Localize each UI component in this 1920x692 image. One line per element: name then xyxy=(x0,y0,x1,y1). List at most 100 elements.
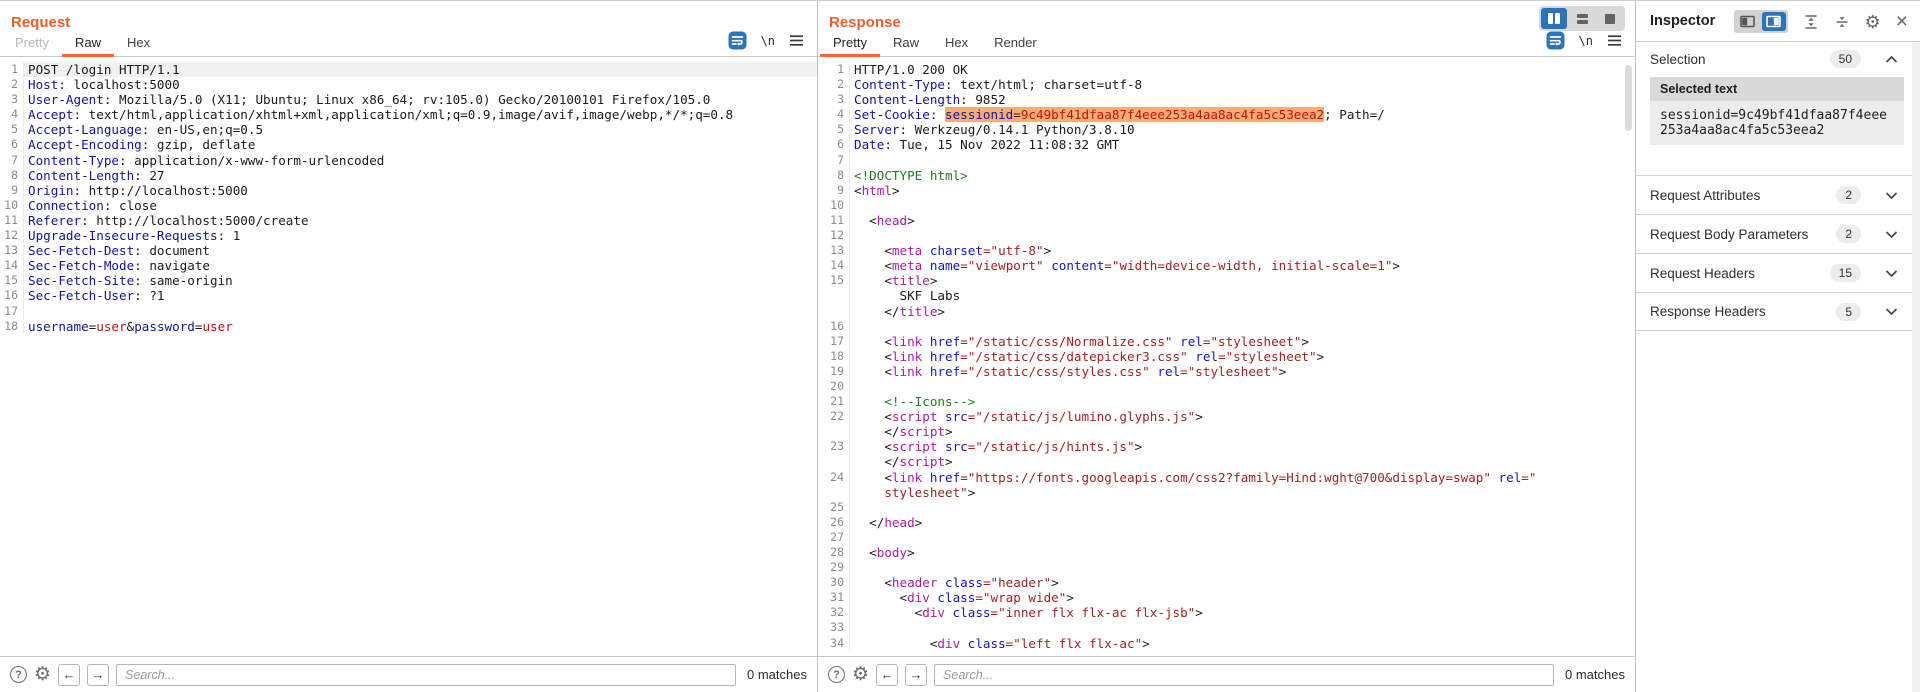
code-line[interactable]: 6 Date: Tue, 15 Nov 2022 11:08:32 GMT xyxy=(818,137,1635,153)
editor-menu-icon[interactable] xyxy=(1607,34,1622,47)
code-line[interactable]: 7 Content-Type: application/x-www-form-ur… xyxy=(0,152,817,168)
next-match-button[interactable]: → xyxy=(905,663,928,686)
response-scrollbar[interactable] xyxy=(1625,65,1632,131)
code-line[interactable]: 5 Server: Werkzeug/0.14.1 Python/3.8.10 xyxy=(818,122,1635,138)
code-line[interactable]: 12 xyxy=(818,228,1635,244)
code-line[interactable]: 10 Connection: close xyxy=(0,197,817,213)
code-line[interactable]: 17 xyxy=(0,303,817,319)
dock-right-button[interactable] xyxy=(1761,12,1786,31)
code-line[interactable]: 11 <head> xyxy=(818,212,1635,229)
code-line[interactable]: 9 <html> xyxy=(818,182,1635,198)
code-line[interactable]: 33 xyxy=(818,620,1635,636)
collapse-all-icon[interactable] xyxy=(1834,14,1850,30)
response-tab-raw[interactable]: Raw xyxy=(880,32,932,57)
code-line[interactable]: 17 <link href="/static/css/Normalize.css… xyxy=(818,333,1635,349)
inspector-section-request-attributes[interactable]: Request Attributes 2 xyxy=(1636,175,1912,214)
code-line[interactable]: 8 Content-Length: 27 xyxy=(0,167,817,183)
inspector-close-icon[interactable]: × xyxy=(1896,11,1908,32)
layout-single-button[interactable] xyxy=(1597,8,1623,29)
request-search-input[interactable] xyxy=(116,663,737,686)
code-line[interactable]: </script> xyxy=(818,454,1635,470)
code-line[interactable]: 11 Referer: http://localhost:5000/create xyxy=(0,212,817,229)
code-line[interactable]: 2 Content-Type: text/html; charset=utf-8 xyxy=(818,77,1635,93)
next-match-button[interactable]: → xyxy=(87,663,110,686)
help-icon[interactable]: ? xyxy=(10,666,27,683)
code-line[interactable]: 16 xyxy=(818,318,1635,334)
layout-columns-button[interactable] xyxy=(1541,8,1567,29)
code-line[interactable]: 2 Host: localhost:5000 xyxy=(0,77,817,93)
soft-wrap-icon[interactable] xyxy=(1546,31,1565,50)
editor-menu-icon[interactable] xyxy=(789,34,804,47)
code-line[interactable]: 27 xyxy=(818,529,1635,545)
code-line[interactable]: 16 Sec-Fetch-User: ?1 xyxy=(0,288,817,304)
code-line[interactable]: 15 Sec-Fetch-Site: same-origin xyxy=(0,273,817,289)
code-line[interactable]: 9 Origin: http://localhost:5000 xyxy=(0,182,817,198)
code-line[interactable]: 12 Upgrade-Insecure-Requests: 1 xyxy=(0,228,817,244)
previous-match-button[interactable]: ← xyxy=(876,663,899,686)
code-line[interactable]: </title> xyxy=(818,303,1635,319)
request-editor[interactable]: 1 POST /login HTTP/1.1 2 Host: localhost:50… xyxy=(0,58,817,656)
newline-visibility-icon[interactable]: \n xyxy=(1579,34,1593,48)
code-line[interactable]: 14 <meta name="viewport" content="width=… xyxy=(818,258,1635,274)
request-tab-raw[interactable]: Raw xyxy=(61,32,114,57)
code-line[interactable]: 8 <!DOCTYPE html> xyxy=(818,167,1635,183)
response-search-input[interactable] xyxy=(934,663,1555,686)
response-editor[interactable]: 1 HTTP/1.0 200 OK 2 Content-Type: text/html… xyxy=(818,58,1635,656)
chevron-down-icon xyxy=(1885,307,1898,316)
code-line[interactable]: 4 Set-Cookie: sessionid=9c49bf41dfaa87f4e… xyxy=(818,107,1635,123)
code-line[interactable]: 26 </head> xyxy=(818,514,1635,530)
code-line[interactable]: </script> xyxy=(818,424,1635,440)
code-line[interactable]: 3 Content-Length: 9852 xyxy=(818,92,1635,108)
expand-all-icon[interactable] xyxy=(1803,14,1819,30)
code-line[interactable]: 24 <link href="https://fonts.googleapis.… xyxy=(818,469,1635,485)
code-line[interactable]: stylesheet"> xyxy=(818,484,1635,500)
code-line[interactable]: 18 username=user&password=user xyxy=(0,318,817,334)
code-line[interactable]: 1 POST /login HTTP/1.1 xyxy=(0,62,817,78)
code-line[interactable]: 31 <div class="wrap wide"> xyxy=(818,590,1635,606)
previous-match-button[interactable]: ← xyxy=(58,663,81,686)
code-line[interactable]: 21 <!--Icons--> xyxy=(818,394,1635,410)
code-line[interactable]: 13 Sec-Fetch-Dest: document xyxy=(0,243,817,259)
code-line[interactable]: 22 <script src="/static/js/lumino.glyphs… xyxy=(818,409,1635,425)
code-line[interactable]: SKF Labs xyxy=(818,288,1635,304)
newline-visibility-icon[interactable]: \n xyxy=(761,34,775,48)
code-line[interactable]: 14 Sec-Fetch-Mode: navigate xyxy=(0,258,817,274)
code-line[interactable]: 13 <meta charset="utf-8"> xyxy=(818,243,1635,259)
code-line[interactable]: 32 <div class="inner flx flx-ac flx-jsb"… xyxy=(818,605,1635,621)
code-line[interactable]: 19 <link href="/static/css/styles.css" r… xyxy=(818,363,1635,379)
inspector-section-request-headers[interactable]: Request Headers 15 xyxy=(1636,253,1912,292)
code-line[interactable]: 34 <div class="left flx flx-ac"> xyxy=(818,635,1635,651)
response-tab-pretty[interactable]: Pretty xyxy=(820,32,880,57)
code-line[interactable]: 7 xyxy=(818,152,1635,168)
soft-wrap-icon[interactable] xyxy=(728,31,747,50)
code-line[interactable]: 5 Accept-Language: en-US,en;q=0.5 xyxy=(0,122,817,138)
code-line[interactable]: 20 xyxy=(818,378,1635,395)
code-line[interactable]: 15 <title> xyxy=(818,273,1635,289)
code-line[interactable]: 25 xyxy=(818,499,1635,515)
code-line[interactable]: 4 Accept: text/html,application/xhtml+xml… xyxy=(0,107,817,123)
response-tab-hex[interactable]: Hex xyxy=(932,32,981,57)
inspector-section-response-headers[interactable]: Response Headers 5 xyxy=(1636,292,1912,331)
code-line[interactable]: 18 <link href="/static/css/datepicker3.c… xyxy=(818,348,1635,364)
section-count-badge: 15 xyxy=(1829,264,1861,282)
code-line[interactable]: 29 xyxy=(818,560,1635,576)
code-line[interactable]: 30 <header class="header"> xyxy=(818,575,1635,591)
request-tab-hex[interactable]: Hex xyxy=(114,32,163,57)
code-line[interactable]: 23 <script src="/static/js/hints.js"> xyxy=(818,439,1635,455)
inspector-settings-gear-icon[interactable]: ⚙ xyxy=(1865,13,1881,31)
layout-rows-button[interactable] xyxy=(1569,8,1595,29)
code-line[interactable]: 3 User-Agent: Mozilla/5.0 (X11; Ubuntu; L… xyxy=(0,92,817,108)
code-line[interactable]: 10 xyxy=(818,197,1635,213)
inspector-section-selection[interactable]: Selection 50 xyxy=(1636,42,1912,76)
request-tab-pretty[interactable]: Pretty xyxy=(2,32,62,57)
help-icon[interactable]: ? xyxy=(828,666,845,683)
code-line[interactable]: 6 Accept-Encoding: gzip, deflate xyxy=(0,137,817,153)
search-settings-gear-icon[interactable]: ⚙ xyxy=(34,665,51,684)
code-line[interactable]: 28 <body> xyxy=(818,545,1635,561)
search-settings-gear-icon[interactable]: ⚙ xyxy=(852,665,869,684)
response-tab-render[interactable]: Render xyxy=(981,32,1050,57)
inspector-section-request-body-parameters[interactable]: Request Body Parameters 2 xyxy=(1636,214,1912,253)
dock-left-button[interactable] xyxy=(1736,12,1760,31)
inspector-scrollbar[interactable] xyxy=(1912,43,1920,692)
code-line[interactable]: 1 HTTP/1.0 200 OK xyxy=(818,62,1635,78)
